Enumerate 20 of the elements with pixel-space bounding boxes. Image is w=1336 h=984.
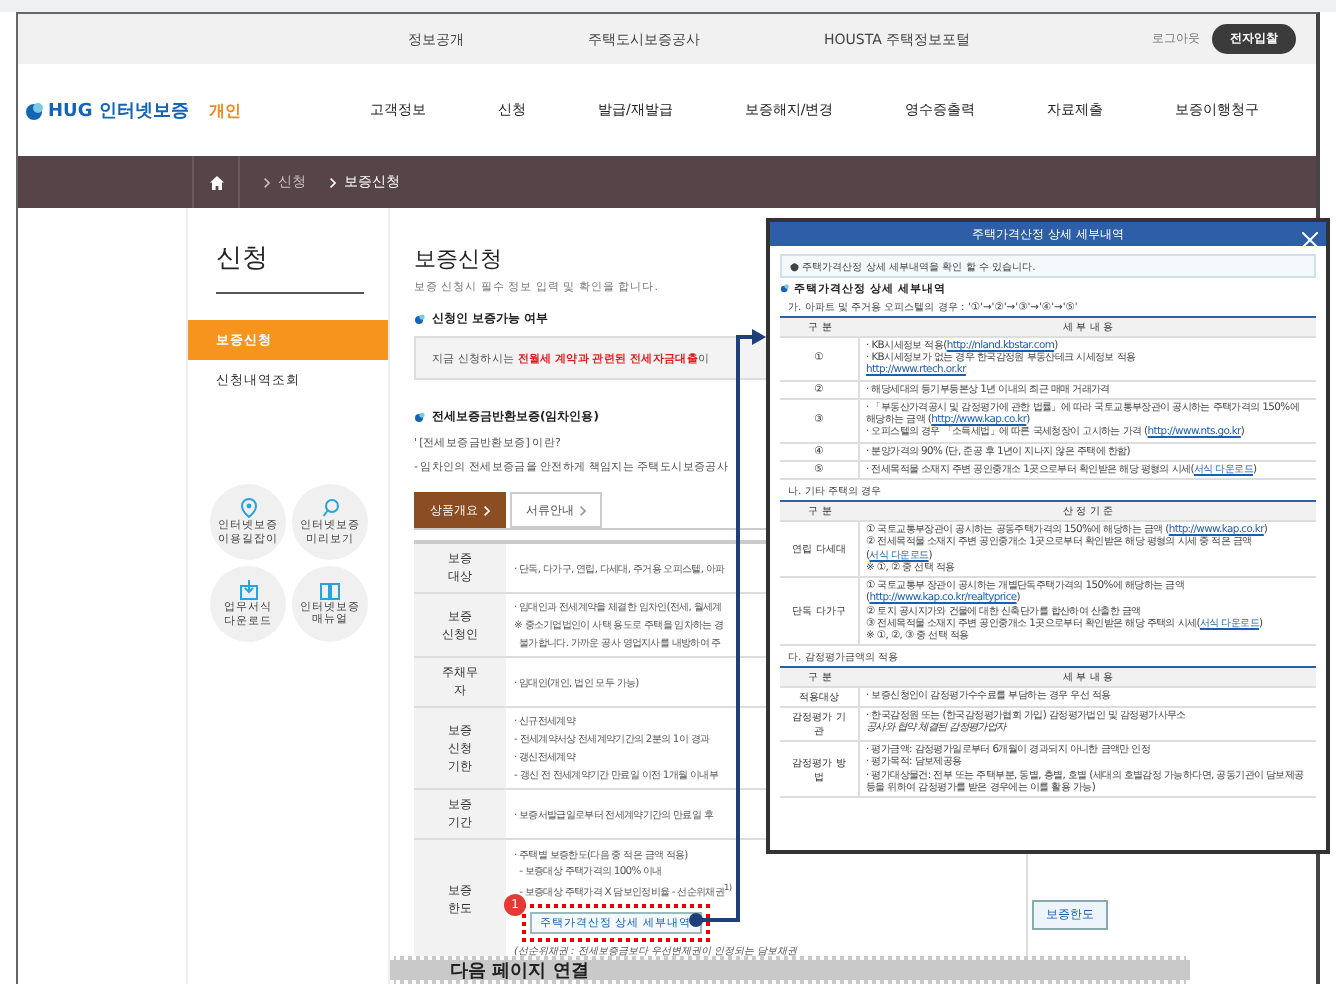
connector-dot [688, 912, 740, 928]
bullet-icon [780, 284, 790, 294]
mode-label: 개인 [208, 99, 241, 121]
location-pin-icon [239, 498, 257, 519]
chevron-right-icon [580, 505, 586, 515]
logo-text[interactable]: HUG 인터넷보증 [48, 97, 189, 123]
chevron-right-icon [330, 177, 336, 187]
search-icon [321, 498, 339, 519]
download-icon [239, 580, 257, 601]
chevron-right-icon [264, 177, 270, 187]
bullet-icon [414, 412, 426, 422]
home-icon[interactable] [209, 175, 223, 189]
sidebar-title: 신청 [216, 240, 364, 294]
bullet-icon [414, 314, 426, 324]
page-title: 보증신청 [414, 244, 502, 274]
book-icon [320, 581, 340, 600]
connector-arrow [736, 328, 766, 346]
logo-icon [26, 101, 46, 119]
next-page-label: 다음 페이지 연결 [450, 959, 589, 983]
chevron-right-icon [484, 505, 490, 515]
